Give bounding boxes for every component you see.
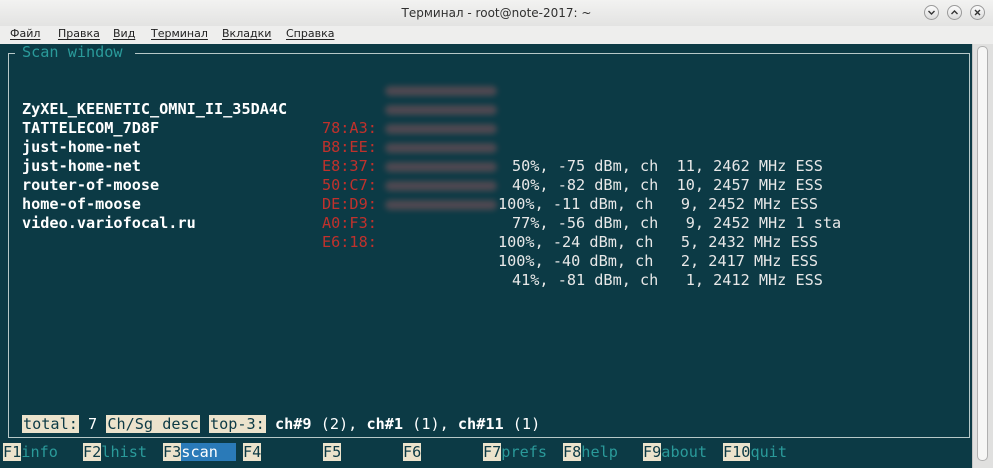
network-mac: B8:EE:: [322, 138, 377, 156]
menu-tabs[interactable]: Вкладки: [222, 27, 271, 40]
network-row: ZyXEL_KEENETIC_OMNI_II_35DA4C 78:A3: 50%…: [22, 81, 823, 175]
fkey-info[interactable]: F1info: [3, 442, 58, 462]
network-stats: 100%, -24 dBm, ch 5, 2432 MHz ESS: [498, 233, 819, 251]
fkey-quit[interactable]: F10quit: [723, 442, 787, 462]
redacted-mac: [385, 124, 497, 134]
fkey-f4[interactable]: F4: [243, 442, 262, 462]
network-ssid: video.variofocal.ru: [22, 214, 196, 232]
menu-view[interactable]: Вид: [113, 27, 135, 40]
network-mac: E8:37:: [322, 157, 377, 175]
menu-help[interactable]: Справка: [286, 27, 334, 40]
top-count: (2): [320, 415, 349, 433]
network-mac: DE:D9:: [322, 195, 377, 213]
scrollbar[interactable]: [972, 44, 993, 468]
redacted-mac: [385, 200, 497, 210]
redacted-mac: [385, 143, 497, 153]
function-key-bar: F1info F2lhist F3scan F4 F5 F6 F7prefs F…: [0, 442, 993, 462]
network-row: TATTELECOM_7D8F B8:EE: 40%, -82 dBm, ch …: [22, 100, 823, 194]
scrollbar-thumb[interactable]: [977, 46, 988, 461]
redacted-mac: [385, 86, 497, 96]
network-stats: 100%, -11 dBm, ch 9, 2452 MHz ESS: [498, 195, 819, 213]
status-line: total: 7 Ch/Sg desc top-3: ch#9 (2), ch#…: [22, 415, 541, 433]
network-row: router-of-moose DE:D9: 100%, -24 dBm, ch…: [22, 157, 818, 251]
fkey-help[interactable]: F8help: [563, 442, 618, 462]
minimize-icon[interactable]: [924, 5, 939, 20]
fkey-f5[interactable]: F5: [323, 442, 342, 462]
sort-label: Ch/Sg desc: [106, 415, 200, 433]
fkey-about[interactable]: F9about: [643, 442, 707, 462]
network-row: video.variofocal.ru E6:18: 41%, -81 dBm,…: [22, 195, 823, 289]
menu-file[interactable]: Файл: [10, 27, 40, 40]
window-title: Терминал - root@note-2017: ~: [401, 6, 592, 20]
border-top-left: [8, 53, 15, 54]
fkey-prefs[interactable]: F7prefs: [483, 442, 547, 462]
menu-edit[interactable]: Правка: [58, 27, 100, 40]
fkey-f6[interactable]: F6: [403, 442, 422, 462]
close-icon[interactable]: [970, 5, 985, 20]
network-row: home-of-moose A0:F3: 100%, -40 dBm, ch 2…: [22, 176, 818, 270]
total-label: total:: [22, 415, 79, 433]
top-count: (1): [412, 415, 440, 433]
scan-window: Scan window ZyXEL_KEENETIC_OMNI_II_35DA4…: [8, 43, 970, 438]
network-mac: 50:C7:: [322, 176, 377, 194]
top-channel: ch#9: [274, 415, 312, 433]
total-value: 7: [88, 415, 98, 433]
top-count: (1): [512, 415, 541, 433]
menubar: Файл Правка Вид Терминал Вкладки Справка: [0, 26, 993, 44]
network-stats: 77%, -56 dBm, ch 9, 2452 MHz 1 sta: [512, 214, 842, 232]
maximize-icon[interactable]: [947, 5, 962, 20]
network-mac: A0:F3:: [322, 214, 377, 232]
network-stats: 50%, -75 dBm, ch 11, 2462 MHz ESS: [512, 157, 823, 175]
top-channel: ch#1: [366, 415, 404, 433]
network-stats: 100%, -40 dBm, ch 2, 2417 MHz ESS: [498, 252, 819, 270]
network-row: just-home-net E8:37: 100%, -11 dBm, ch 9…: [22, 119, 818, 213]
top-label: top-3:: [208, 415, 266, 433]
network-stats: 41%, -81 dBm, ch 1, 2412 MHz ESS: [512, 271, 823, 289]
network-row: just-home-net 50:C7: 77%, -56 dBm, ch 9,…: [22, 138, 841, 232]
redacted-mac: [385, 181, 497, 191]
border-top-right: [135, 53, 970, 54]
fkey-lhist[interactable]: F2lhist: [83, 442, 147, 462]
menu-terminal[interactable]: Терминал: [151, 27, 208, 40]
window-titlebar[interactable]: Терминал - root@note-2017: ~: [0, 0, 993, 27]
network-mac: 78:A3:: [322, 119, 377, 137]
network-stats: 40%, -82 dBm, ch 10, 2457 MHz ESS: [512, 176, 823, 194]
fkey-scan[interactable]: F3scan: [163, 442, 237, 462]
terminal-area[interactable]: Scan window ZyXEL_KEENETIC_OMNI_II_35DA4…: [0, 43, 993, 468]
redacted-mac: [385, 105, 497, 115]
scan-window-title: Scan window: [22, 43, 123, 61]
redacted-mac: [385, 162, 497, 172]
top-channel: ch#11: [457, 415, 504, 433]
network-mac: E6:18:: [322, 233, 377, 251]
